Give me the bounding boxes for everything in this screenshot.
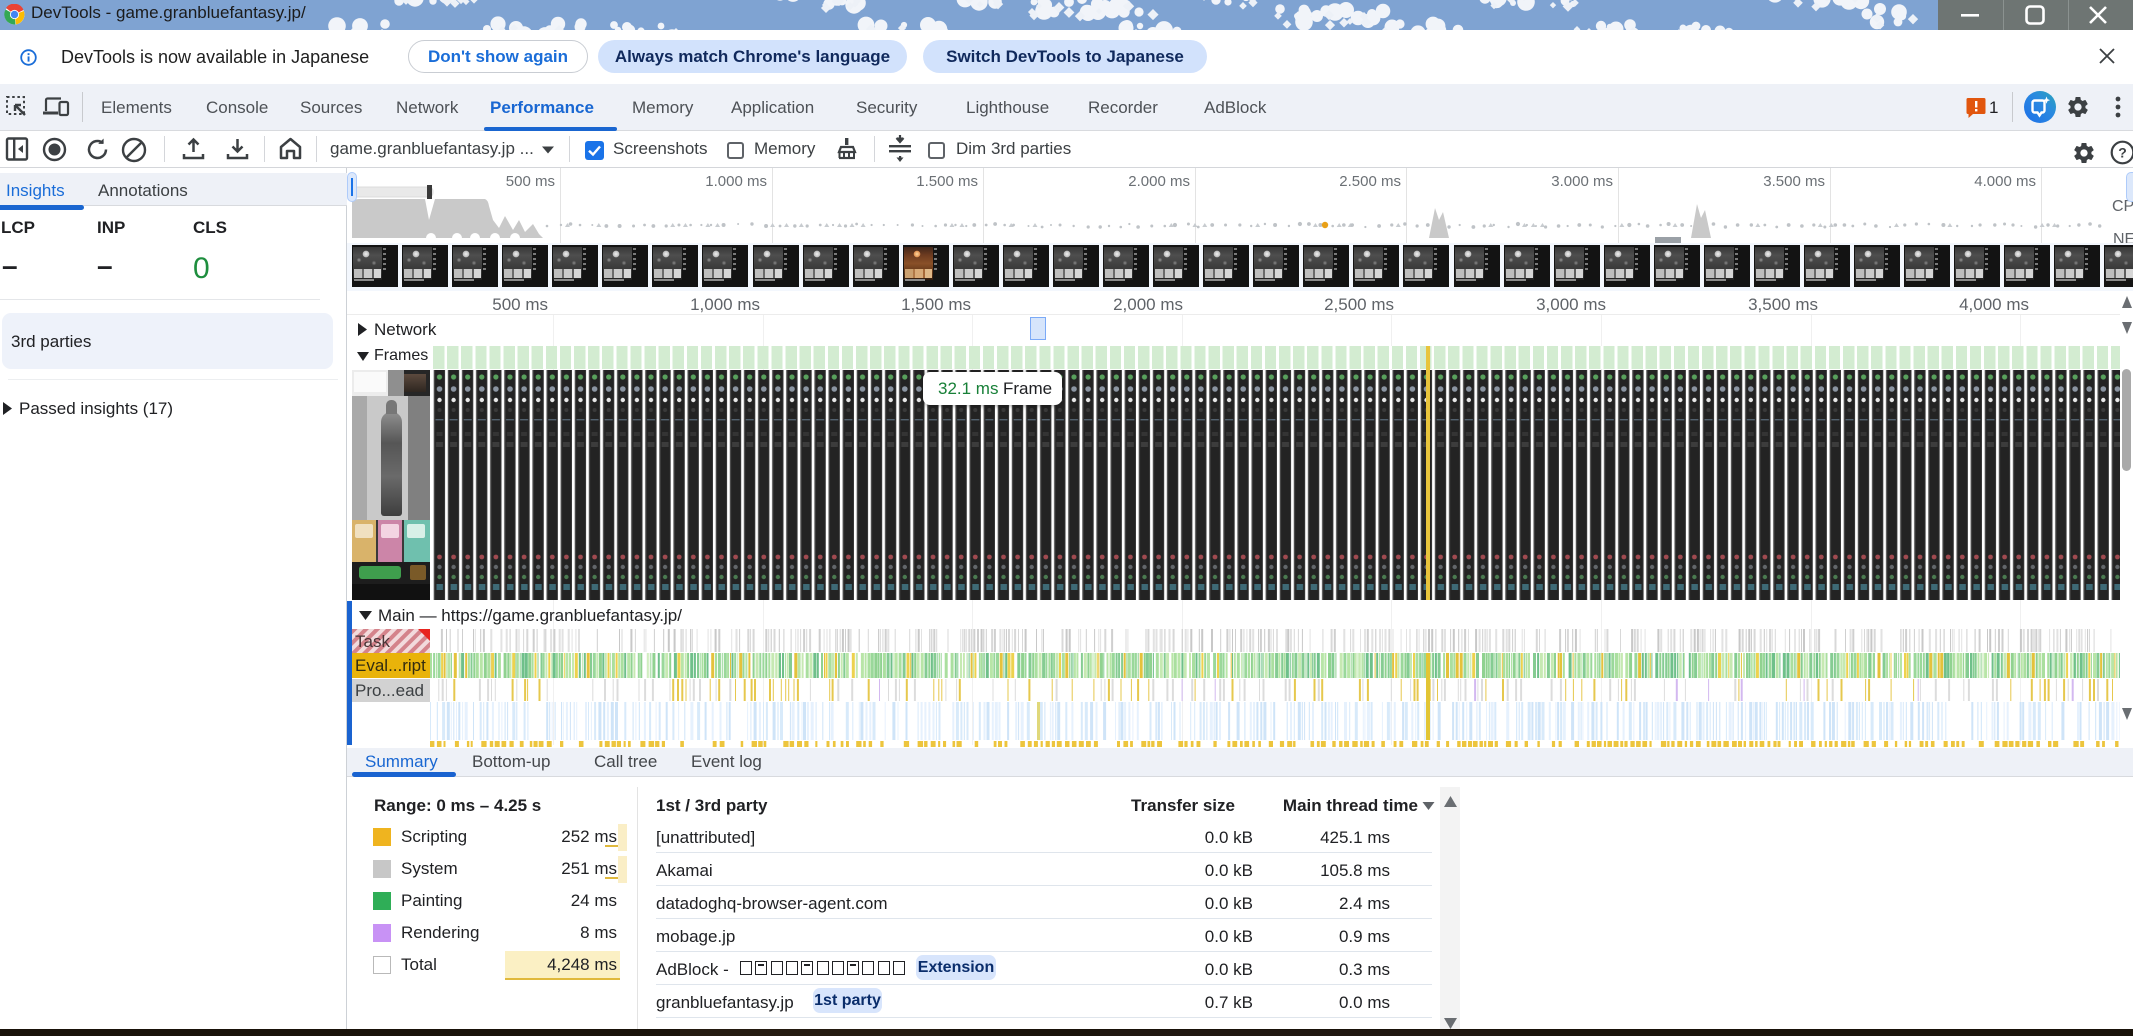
svg-text:?: ? (2118, 145, 2127, 161)
